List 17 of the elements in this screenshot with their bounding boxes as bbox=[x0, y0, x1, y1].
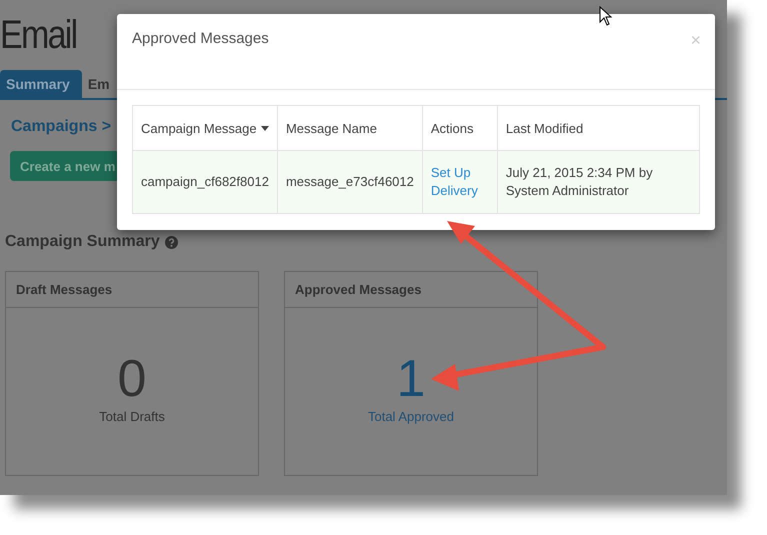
table-cell: message_e73cf46012 bbox=[277, 150, 422, 214]
count: 1 bbox=[396, 349, 426, 409]
column-header[interactable]: Last Modified bbox=[497, 106, 700, 150]
column-label: Campaign Message bbox=[141, 120, 257, 136]
count: 0 bbox=[118, 349, 146, 409]
card-title: Draft Messages bbox=[6, 272, 258, 308]
column-header[interactable]: Campaign Message bbox=[132, 106, 278, 150]
count-caption: Total Drafts bbox=[99, 409, 165, 424]
count-caption: Total Approved bbox=[368, 409, 454, 424]
page-title: Email bbox=[0, 12, 77, 58]
tab[interactable]: Summary bbox=[0, 70, 82, 98]
table-cell: July 21, 2015 2:34 PM by System Administrator bbox=[497, 150, 700, 214]
help-icon[interactable] bbox=[164, 236, 178, 248]
card-title: Approved Messages bbox=[285, 272, 537, 308]
modal-title: Approved Messages bbox=[132, 30, 269, 48]
section-title: Campaign Summary bbox=[5, 233, 160, 251]
table-cell: campaign_cf682f8012 bbox=[132, 150, 278, 214]
